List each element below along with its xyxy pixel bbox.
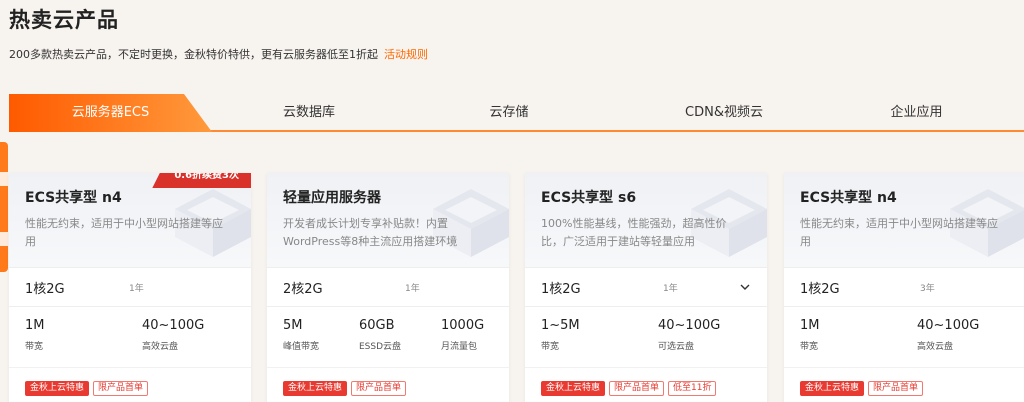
card-name: 轻量应用服务器: [283, 190, 381, 206]
tag-first-order: 限产品首单: [351, 381, 407, 396]
rules-link[interactable]: 活动规则: [384, 48, 428, 61]
spec-selector[interactable]: 1核2G 1年: [9, 267, 251, 307]
tab-cdn[interactable]: CDN&视频云: [619, 94, 829, 132]
param-disk: 40~100G 高效云盘: [142, 318, 205, 352]
product-card-ecs-s6[interactable]: ECS共享型 s6 100%性能基线，性能强劲，超高性价比，广泛适用于建站等轻量…: [525, 173, 767, 402]
param-disk: 40~100G 可选云盘: [658, 318, 721, 352]
tag-list: 金秋上云特惠 限产品首单 低至11折: [525, 367, 767, 402]
period-value: 1年: [405, 283, 420, 294]
tag-list: 金秋上云特惠 限产品首单: [9, 367, 251, 402]
spec-value: 1核2G: [25, 281, 65, 297]
spec-selector[interactable]: 1核2G 1年: [525, 267, 767, 307]
category-tabs: 云服务器ECS 云数据库 云存储 CDN&视频云 企业应用: [9, 94, 1024, 132]
tab-ecs[interactable]: 云服务器ECS: [9, 94, 212, 132]
page-subtitle: 200多款热卖云产品，不定时更换，金秋特价特供，更有云服务器低至1折起 活动规则: [9, 46, 428, 62]
tag-first-order: 限产品首单: [609, 381, 665, 396]
tag-promo: 金秋上云特惠: [800, 381, 865, 396]
tag-promo: 金秋上云特惠: [283, 381, 348, 396]
param-disk: 40~100G 高效云盘: [917, 318, 980, 352]
side-float-panel[interactable]: [0, 142, 8, 272]
subtitle-text: 200多款热卖云产品，不定时更换，金秋特价特供，更有云服务器低至1折起: [9, 48, 378, 61]
param-disk: 60GB ESSD云盘: [359, 318, 402, 352]
tag-low-price: 低至11折: [668, 381, 717, 396]
page-title: 热卖云产品: [9, 8, 119, 32]
param-bandwidth: 1M 带宽: [800, 318, 820, 352]
tag-promo: 金秋上云特惠: [541, 381, 606, 396]
card-name: ECS共享型 s6: [541, 190, 637, 206]
params-area: 1~5M 带宽 40~100G 可选云盘: [525, 307, 767, 367]
param-traffic: 1000G 月流量包: [441, 318, 485, 352]
tab-database[interactable]: 云数据库: [214, 94, 404, 132]
tab-enterprise[interactable]: 企业应用: [829, 94, 1004, 132]
params-area: 1M 带宽 40~100G 高效云盘: [9, 307, 251, 367]
card-desc: 性能无约束，适用于中小型网站搭建等应用: [800, 217, 998, 248]
param-bandwidth: 1M 带宽: [25, 318, 45, 352]
card-name: ECS共享型 n4: [25, 190, 122, 206]
product-card-ecs-n4-3y[interactable]: ECS共享型 n4 性能无约束，适用于中小型网站搭建等应用 1核2G 3年 1M…: [784, 173, 1024, 402]
tag-first-order: 限产品首单: [868, 381, 924, 396]
spec-selector[interactable]: 2核2G 1年: [267, 267, 509, 307]
period-value: 1年: [663, 283, 678, 294]
spec-selector[interactable]: 1核2G 3年: [784, 267, 1024, 307]
product-card-ecs-n4-1y[interactable]: 0.6折续费3次 ECS共享型 n4 性能无约束，适用于中小型网站搭建等应用 1…: [9, 173, 251, 402]
tag-list: 金秋上云特惠 限产品首单: [784, 367, 1024, 402]
tag-first-order: 限产品首单: [93, 381, 149, 396]
period-value: 1年: [129, 283, 144, 294]
params-area: 1M 带宽 40~100G 高效云盘: [784, 307, 1024, 367]
period-value: 3年: [920, 283, 935, 294]
tab-storage[interactable]: 云存储: [409, 94, 609, 132]
tag-list: 金秋上云特惠 限产品首单: [267, 367, 509, 402]
chevron-down-icon[interactable]: [739, 281, 751, 293]
spec-value: 1核2G: [541, 281, 581, 297]
discount-badge: 0.6折续费3次: [152, 173, 251, 188]
card-desc: 性能无约束，适用于中小型网站搭建等应用: [25, 217, 223, 248]
param-bandwidth: 5M 峰值带宽: [283, 318, 320, 352]
product-card-lightweight-server[interactable]: 轻量应用服务器 开发者成长计划专享补贴款！内置WordPress等8种主流应用搭…: [267, 173, 509, 402]
card-desc: 开发者成长计划专享补贴款！内置WordPress等8种主流应用搭建环境: [283, 217, 458, 248]
card-desc: 100%性能基线，性能强劲，超高性价比，广泛适用于建站等轻量应用: [541, 217, 727, 248]
spec-value: 1核2G: [800, 281, 840, 297]
spec-value: 2核2G: [283, 281, 323, 297]
tag-promo: 金秋上云特惠: [25, 381, 90, 396]
params-area: 5M 峰值带宽 60GB ESSD云盘 1000G 月流量包: [267, 307, 509, 367]
param-bandwidth: 1~5M 带宽: [541, 318, 580, 352]
card-name: ECS共享型 n4: [800, 190, 897, 206]
